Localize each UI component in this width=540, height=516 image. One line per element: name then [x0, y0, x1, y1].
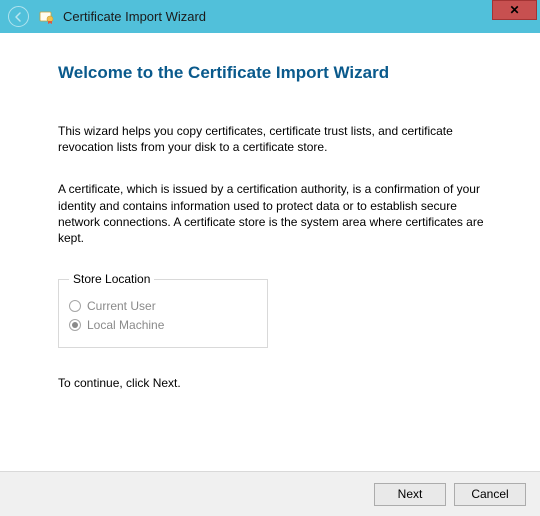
radio-icon	[69, 300, 81, 312]
radio-label: Local Machine	[87, 318, 164, 332]
back-button[interactable]	[8, 6, 29, 27]
store-location-legend: Store Location	[69, 272, 154, 286]
intro-paragraph-1: This wizard helps you copy certificates,…	[58, 123, 492, 155]
radio-current-user: Current User	[69, 299, 257, 313]
cancel-button[interactable]: Cancel	[454, 483, 526, 506]
radio-label: Current User	[87, 299, 156, 313]
close-button[interactable]: ✕	[492, 0, 537, 20]
radio-icon	[69, 319, 81, 331]
window-title: Certificate Import Wizard	[63, 9, 206, 24]
intro-paragraph-2: A certificate, which is issued by a cert…	[58, 181, 492, 246]
store-location-group: Store Location Current User Local Machin…	[58, 272, 268, 348]
certificate-wizard-icon	[39, 9, 55, 25]
continue-hint: To continue, click Next.	[58, 376, 492, 390]
next-button[interactable]: Next	[374, 483, 446, 506]
radio-local-machine: Local Machine	[69, 318, 257, 332]
close-icon: ✕	[509, 3, 519, 17]
wizard-content: Welcome to the Certificate Import Wizard…	[0, 33, 540, 471]
titlebar: Certificate Import Wizard ✕	[0, 0, 540, 33]
page-heading: Welcome to the Certificate Import Wizard	[58, 63, 492, 83]
arrow-left-icon	[13, 11, 25, 23]
wizard-footer: Next Cancel	[0, 471, 540, 516]
